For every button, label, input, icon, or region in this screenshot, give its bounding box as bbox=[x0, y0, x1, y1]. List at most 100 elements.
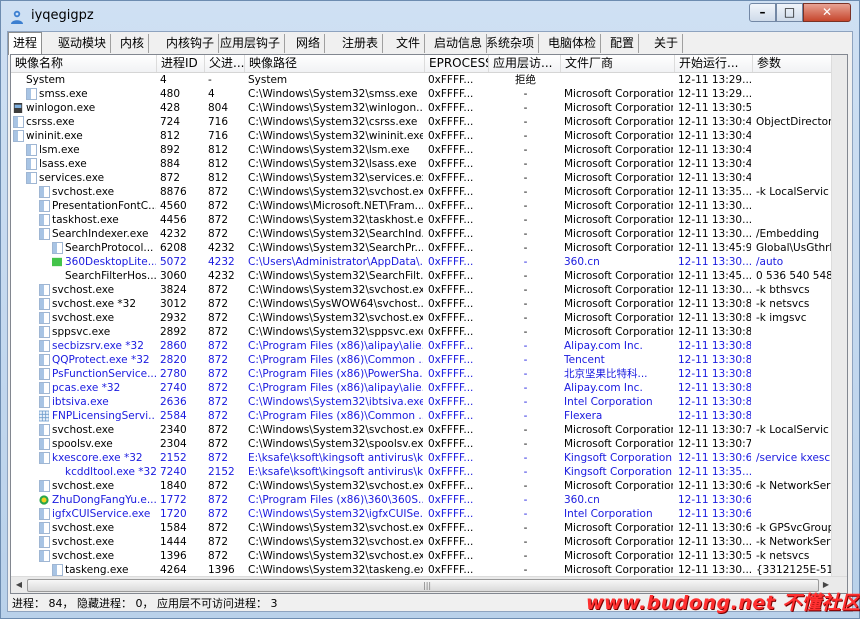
table-row[interactable]: PsFunctionService... 2780 872 C:\Program Fi… bbox=[11, 367, 847, 381]
cell-path: E:\ksafe\ksoft\kingsoft antivirus\k... bbox=[248, 452, 423, 464]
cell-pid: 812 bbox=[160, 130, 181, 142]
table-row[interactable]: lsass.exe 884 812 C:\Windows\System32\lsass… bbox=[11, 157, 847, 171]
column-header-name[interactable]: 映像名称 bbox=[11, 55, 157, 72]
table-row[interactable]: svchost.exe 8876 872 C:\Windows\System32\sv… bbox=[11, 185, 847, 199]
table-row[interactable]: FNPLicensingServi... 2584 872 C:\Program Fi… bbox=[11, 409, 847, 423]
cell-pid: 1396 bbox=[160, 550, 187, 562]
cell-access: - bbox=[523, 130, 528, 142]
column-header-start[interactable]: 开始运行... bbox=[675, 55, 753, 72]
table-row[interactable]: kcddltool.exe *32 7240 2152 E:\ksafe\ksoft\… bbox=[11, 465, 847, 479]
table-row[interactable]: taskhost.exe 4456 872 C:\Windows\System32\t… bbox=[11, 213, 847, 227]
client-area: 进程 驱动模块 内核 内核钩子 应用层钩子 网络 注册表 文件 启动信息 系统杂项 电脑体检 配置 关于… bbox=[7, 31, 853, 612]
cell-vendor: 360.cn bbox=[564, 494, 600, 506]
cell-pid: 884 bbox=[160, 158, 181, 170]
table-row[interactable]: winlogon.exe 428 804 C:\Windows\System32\wi… bbox=[11, 101, 847, 115]
cell-pid: 2340 bbox=[160, 424, 187, 436]
status-bar: 进程： 84， 隐藏进程： 0， 应用层不可访问进程： 3 bbox=[12, 597, 278, 610]
table-row[interactable]: secbizsrv.exe *32 2860 872 C:\Program Files… bbox=[11, 339, 847, 353]
tab-driver-module[interactable]: 驱动模块 bbox=[54, 34, 112, 53]
cell-start: 12-11 13:29... bbox=[678, 74, 751, 86]
cell-name: kcddltool.exe *32 bbox=[65, 466, 156, 478]
column-header-eprocess[interactable]: EPROCESS bbox=[425, 55, 489, 72]
cell-start: 12-11 13:45... bbox=[678, 270, 751, 282]
table-row[interactable]: csrss.exe 724 716 C:\Windows\System32\csrss… bbox=[11, 115, 847, 129]
tab-process[interactable]: 进程 bbox=[8, 32, 43, 55]
cell-path: C:\Windows\System32\winlogon.... bbox=[248, 102, 423, 114]
cell-eprocess: 0xFFFF... bbox=[428, 452, 474, 464]
tab-health-check[interactable]: 电脑体检 bbox=[544, 34, 602, 53]
table-row[interactable]: svchost.exe 2340 872 C:\Windows\System32\sv… bbox=[11, 423, 847, 437]
cell-eprocess: 0xFFFF... bbox=[428, 438, 474, 450]
cell-vendor: Alipay.com Inc. bbox=[564, 340, 643, 352]
process-icon bbox=[26, 158, 37, 170]
table-row[interactable]: wininit.exe 812 716 C:\Windows\System32\win… bbox=[11, 129, 847, 143]
table-row[interactable]: taskeng.exe 4264 1396 C:\Windows\System32\t… bbox=[11, 563, 847, 577]
column-header-pid[interactable]: 进程ID bbox=[157, 55, 205, 72]
table-row[interactable]: SearchFilterHos... 3060 4232 C:\Windows\Sys… bbox=[11, 269, 847, 283]
table-row[interactable]: pcas.exe *32 2740 872 C:\Program Files (x86… bbox=[11, 381, 847, 395]
vertical-scrollbar[interactable] bbox=[831, 55, 847, 578]
cell-name: svchost.exe bbox=[52, 550, 115, 562]
minimize-icon: – bbox=[759, 5, 766, 19]
table-row[interactable]: ibtsiva.exe 2636 872 C:\Windows\System32\ib… bbox=[11, 395, 847, 409]
tab-file[interactable]: 文件 bbox=[392, 34, 426, 53]
table-row[interactable]: svchost.exe 1840 872 C:\Windows\System32\sv… bbox=[11, 479, 847, 493]
table-row[interactable]: sppsvc.exe 2892 872 C:\Windows\System32\spp… bbox=[11, 325, 847, 339]
cell-vendor: Microsoft Corporation bbox=[564, 438, 673, 450]
tab-config[interactable]: 配置 bbox=[606, 34, 640, 53]
scroll-left-icon[interactable]: ◀ bbox=[12, 579, 26, 591]
table-row[interactable]: svchost.exe 3824 872 C:\Windows\System32\sv… bbox=[11, 283, 847, 297]
minimize-button[interactable]: – bbox=[749, 3, 776, 22]
cell-path: C:\Windows\System32\services.exe bbox=[248, 172, 423, 184]
tab-kernel[interactable]: 内核 bbox=[116, 34, 150, 53]
maximize-button[interactable]: □ bbox=[776, 3, 803, 22]
cell-access: - bbox=[523, 466, 528, 478]
tab-network[interactable]: 网络 bbox=[292, 34, 326, 53]
cell-path: C:\Windows\System32\csrss.exe bbox=[248, 116, 418, 128]
cell-name: QQProtect.exe *32 bbox=[52, 354, 150, 366]
table-row[interactable]: svchost.exe 1444 872 C:\Windows\System32\sv… bbox=[11, 535, 847, 549]
cell-eprocess: 0xFFFF... bbox=[428, 424, 474, 436]
tab-startup[interactable]: 启动信息 bbox=[430, 34, 488, 53]
close-button[interactable]: ✕ bbox=[803, 3, 851, 22]
table-row[interactable]: svchost.exe 2932 872 C:\Windows\System32\sv… bbox=[11, 311, 847, 325]
column-header-path[interactable]: 映像路径 bbox=[245, 55, 425, 72]
cell-name: taskeng.exe bbox=[65, 564, 129, 576]
table-row[interactable]: SearchProtocol... 6208 4232 C:\Windows\Syst… bbox=[11, 241, 847, 255]
table-row[interactable]: PresentationFontC... 4560 872 C:\Windows\Mi… bbox=[11, 199, 847, 213]
table-row[interactable]: QQProtect.exe *32 2820 872 C:\Program Files… bbox=[11, 353, 847, 367]
cell-start: 12-11 13:35... bbox=[678, 466, 751, 478]
tab-app-hooks[interactable]: 应用层钩子 bbox=[216, 34, 286, 53]
cell-eprocess: 0xFFFF... bbox=[428, 102, 474, 114]
table-row[interactable]: SearchIndexer.exe 4232 872 C:\Windows\Syste… bbox=[11, 227, 847, 241]
table-row[interactable]: lsm.exe 892 812 C:\Windows\System32\lsm.exe… bbox=[11, 143, 847, 157]
cell-ppid: 4 bbox=[208, 88, 215, 100]
table-row[interactable]: services.exe 872 812 C:\Windows\System32\se… bbox=[11, 171, 847, 185]
column-header-ppid[interactable]: 父进... bbox=[205, 55, 245, 72]
process-icon bbox=[39, 480, 50, 492]
table-row[interactable]: svchost.exe 1584 872 C:\Windows\System32\sv… bbox=[11, 521, 847, 535]
table-row[interactable]: 360DesktopLite... 5072 4232 C:\Users\Admini… bbox=[11, 255, 847, 269]
table-row[interactable]: ZhuDongFangYu.e... 1772 872 C:\Program File… bbox=[11, 493, 847, 507]
tab-registry[interactable]: 注册表 bbox=[338, 34, 384, 53]
table-row[interactable]: svchost.exe *32 3012 872 C:\Windows\SysWOW6… bbox=[11, 297, 847, 311]
cell-vendor: Intel Corporation bbox=[564, 508, 653, 520]
table-row[interactable]: svchost.exe 1396 872 C:\Windows\System32\sv… bbox=[11, 549, 847, 563]
tab-system-misc[interactable]: 系统杂项 bbox=[482, 34, 540, 53]
column-header-vendor[interactable]: 文件厂商 bbox=[561, 55, 675, 72]
cell-vendor: Kingsoft Corporation bbox=[564, 452, 673, 464]
app-window: iyqegigpz – □ ✕ 进程 驱动模块 内核 内核钩子 应用层钩子 网络 注册表 文件… bbox=[0, 0, 860, 619]
tab-about[interactable]: 关于 bbox=[650, 34, 684, 53]
table-row[interactable]: smss.exe 480 4 C:\Windows\System32\smss.exe… bbox=[11, 87, 847, 101]
table-row[interactable]: spoolsv.exe 2304 872 C:\Windows\System32\sp… bbox=[11, 437, 847, 451]
cell-pid: 3824 bbox=[160, 284, 187, 296]
column-header-access[interactable]: 应用层访... bbox=[489, 55, 561, 72]
table-row[interactable]: kxescore.exe *32 2152 872 E:\ksafe\ksoft\ki… bbox=[11, 451, 847, 465]
process-icon bbox=[26, 144, 37, 156]
cell-path: C:\Windows\System32\svchost.exe bbox=[248, 312, 423, 324]
cell-eprocess: 0xFFFF... bbox=[428, 326, 474, 338]
table-row[interactable]: System 4 - System 0xFFFF... 拒绝 12-11 13:29... bbox=[11, 73, 847, 87]
tab-kernel-hooks[interactable]: 内核钩子 bbox=[162, 34, 220, 53]
table-row[interactable]: igfxCUIService.exe 1720 872 C:\Windows\Syst… bbox=[11, 507, 847, 521]
cell-start: 12-11 13:30:6 bbox=[678, 452, 751, 464]
